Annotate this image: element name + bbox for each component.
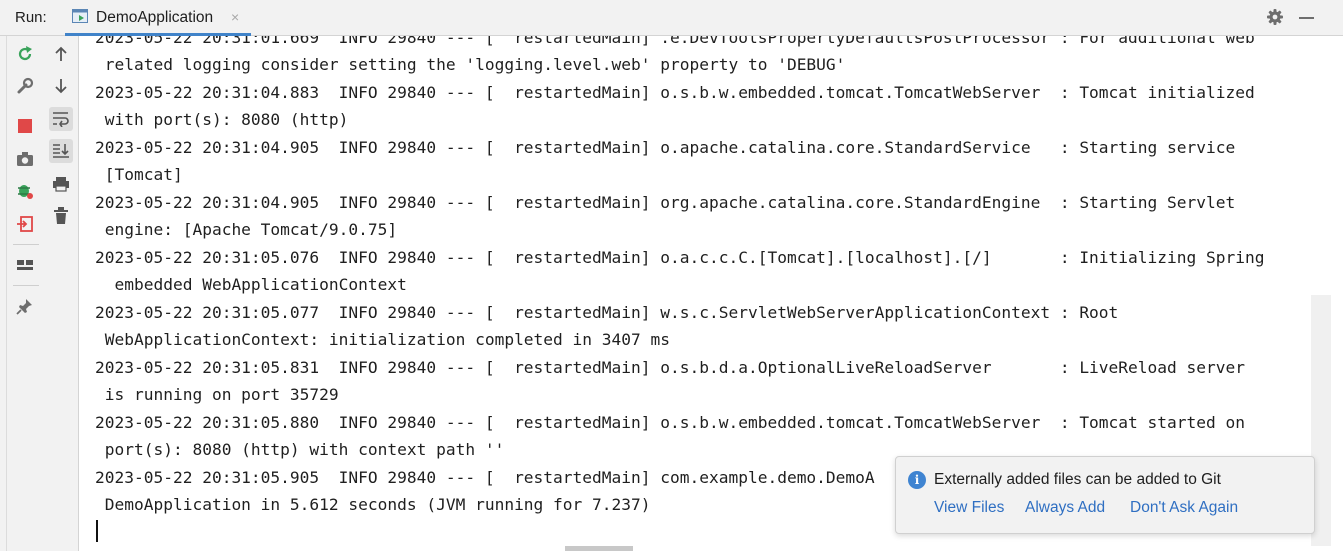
toolbar-divider xyxy=(13,285,39,286)
console-line: related logging consider setting the 'lo… xyxy=(95,55,846,74)
console-line: 2023-05-22 20:31:04.883 INFO 29840 --- [… xyxy=(95,83,1255,102)
console-line: [Tomcat] xyxy=(95,165,183,184)
up-arrow-icon[interactable] xyxy=(49,42,73,66)
run-tool-window-header: Run: DemoApplication × xyxy=(0,0,1343,36)
console-line: 2023-05-22 20:31:04.905 INFO 29840 --- [… xyxy=(95,193,1236,212)
tab-title: DemoApplication xyxy=(96,9,214,26)
console-line: with port(s): 8080 (http) xyxy=(95,110,349,129)
soft-wrap-icon[interactable] xyxy=(49,107,73,131)
scroll-to-end-icon[interactable] xyxy=(49,139,73,163)
minimize-icon[interactable] xyxy=(1299,17,1314,19)
camera-icon[interactable] xyxy=(13,147,37,171)
wrench-icon[interactable] xyxy=(13,74,37,98)
debug-icon[interactable] xyxy=(13,179,37,203)
console-line: DemoApplication in 5.612 seconds (JVM ru… xyxy=(95,495,651,514)
console-line: 2023-05-22 20:31:05.077 INFO 29840 --- [… xyxy=(95,303,1119,322)
console-line: 2023-05-22 20:31:05.076 INFO 29840 --- [… xyxy=(95,248,1265,267)
tab-demo-application[interactable]: DemoApplication × xyxy=(65,0,251,36)
exit-icon[interactable] xyxy=(13,212,37,236)
pin-icon[interactable] xyxy=(13,294,37,318)
trash-icon[interactable] xyxy=(49,204,73,228)
rerun-icon[interactable] xyxy=(13,42,37,66)
notification-message: Externally added files can be added to G… xyxy=(934,471,1221,488)
console-line: engine: [Apache Tomcat/9.0.75] xyxy=(95,220,398,239)
text-caret xyxy=(96,520,98,542)
tab-close-icon[interactable]: × xyxy=(231,9,239,25)
console-line: 2023-05-22 20:31:04.905 INFO 29840 --- [… xyxy=(95,138,1236,157)
down-arrow-icon[interactable] xyxy=(49,74,73,98)
dont-ask-again-link[interactable]: Don't Ask Again xyxy=(1130,499,1238,517)
toolbar-divider xyxy=(13,244,39,245)
run-toolbar xyxy=(7,36,79,551)
run-config-icon xyxy=(72,9,88,23)
console-line: 2023-05-22 20:31:05.880 INFO 29840 --- [… xyxy=(95,413,1245,432)
console-line: port(s): 8080 (http) with context path '… xyxy=(95,440,505,459)
run-label: Run: xyxy=(15,9,47,26)
console-line: 2023-05-22 20:31:01.669 INFO 29840 --- [… xyxy=(95,36,1255,47)
print-icon[interactable] xyxy=(49,172,73,196)
git-notification-balloon: i Externally added files can be added to… xyxy=(895,456,1315,534)
console-line: is running on port 35729 xyxy=(95,385,339,404)
info-icon: i xyxy=(908,471,926,489)
side-strip xyxy=(0,36,7,551)
view-files-link[interactable]: View Files xyxy=(934,499,1004,517)
layout-icon[interactable] xyxy=(13,253,37,277)
stop-icon[interactable] xyxy=(13,114,37,138)
always-add-link[interactable]: Always Add xyxy=(1025,499,1105,517)
console-line: 2023-05-22 20:31:05.831 INFO 29840 --- [… xyxy=(95,358,1245,377)
console-line: WebApplicationContext: initialization co… xyxy=(95,330,670,349)
horizontal-scrollbar-thumb[interactable] xyxy=(565,546,633,551)
gear-icon[interactable] xyxy=(1266,8,1284,26)
console-line: embedded WebApplicationContext xyxy=(95,275,407,294)
console-line: 2023-05-22 20:31:05.905 INFO 29840 --- [… xyxy=(95,468,875,487)
